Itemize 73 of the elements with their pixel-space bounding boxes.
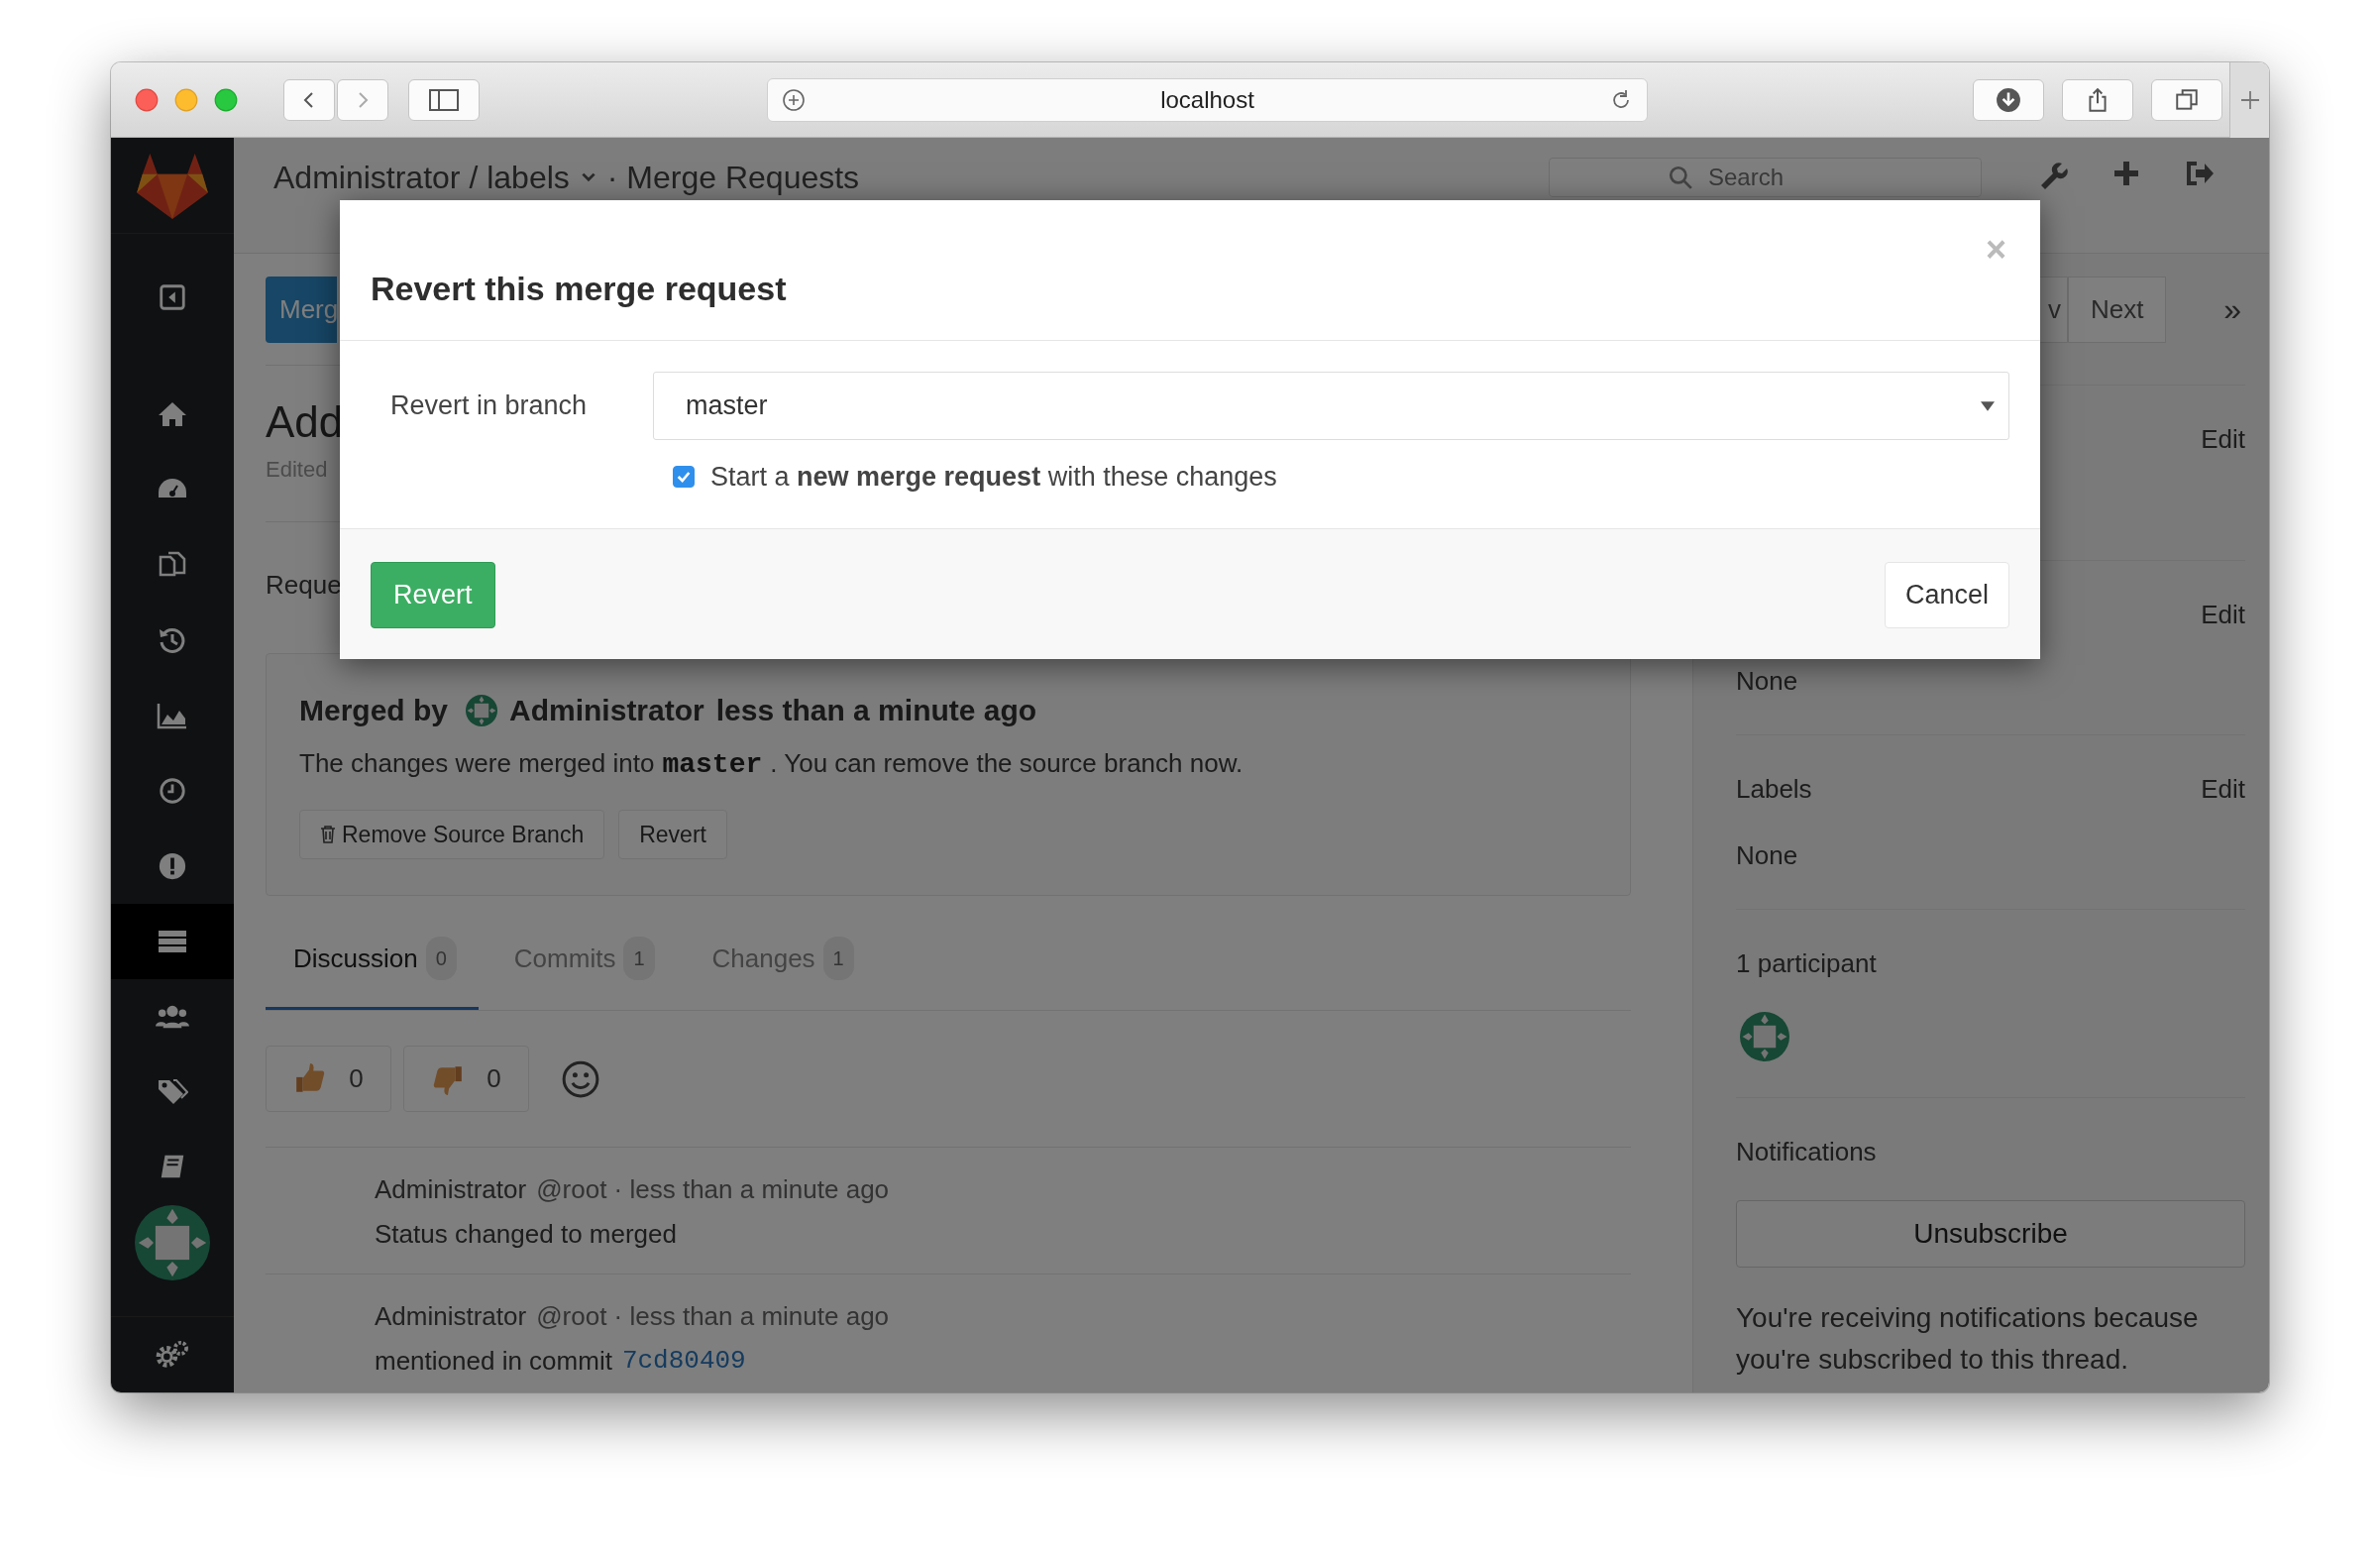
note-meta: @root · less than a minute ago <box>536 1173 890 1206</box>
expand-sidebar-button[interactable]: » <box>2219 277 2245 343</box>
share-button[interactable] <box>2062 78 2133 121</box>
count-badge: 0 <box>425 937 457 980</box>
participant-avatar <box>1740 1012 1789 1061</box>
sidebar-item[interactable] <box>111 904 234 979</box>
smiley-icon[interactable] <box>561 1058 600 1099</box>
checkmark-icon <box>676 469 692 485</box>
revert-button[interactable]: Revert <box>618 810 727 859</box>
merge-message: . You can remove the source branch now. <box>770 747 1244 780</box>
caret-down-icon <box>1981 400 1995 411</box>
tab[interactable]: Commits 1 <box>486 907 677 1010</box>
trash-icon <box>320 826 336 843</box>
sidebar-icon <box>429 88 459 111</box>
edit-link[interactable]: Edit <box>2201 769 2245 809</box>
address-bar[interactable]: localhost <box>767 77 1648 122</box>
download-icon <box>1996 86 2021 113</box>
new-merge-request-button[interactable]: Merg <box>266 277 337 343</box>
section-title: 1 participant <box>1736 947 1877 980</box>
commit-link[interactable]: 7cd80409 <box>621 1341 746 1381</box>
count-badge: 1 <box>822 937 854 980</box>
settings-icon[interactable] <box>156 1340 189 1370</box>
section-label: Reque <box>266 569 342 602</box>
add-icon <box>782 87 806 112</box>
merged-time: less than a minute ago <box>715 693 1037 728</box>
checkbox-label: Start a new merge request with these changes <box>710 461 1277 494</box>
thumbs-up-button[interactable]: 0 <box>266 1046 391 1112</box>
tabs-icon <box>2174 86 2200 113</box>
sidebar-toggle-button[interactable] <box>408 78 480 121</box>
value-text: None <box>1736 665 1799 698</box>
author-name[interactable]: Administrator <box>375 1169 527 1209</box>
tabs-button[interactable] <box>2151 78 2222 121</box>
search-field[interactable]: Search <box>1549 158 1982 197</box>
author-name[interactable]: Administrator <box>375 1296 527 1336</box>
tab[interactable]: Discussion 0 <box>266 907 479 1010</box>
edit-link[interactable]: Edit <box>2201 419 2245 459</box>
section-title: Notifications <box>1736 1136 1877 1168</box>
search-icon <box>1668 165 1693 190</box>
remove-source-branch-button[interactable]: Remove Source Branch <box>299 810 605 859</box>
unsubscribe-button[interactable]: Unsubscribe <box>1736 1200 2245 1268</box>
project-path[interactable]: Administrator / labels <box>273 159 570 196</box>
tab[interactable]: Changes 1 <box>684 907 876 1010</box>
count-badge: 1 <box>623 937 655 980</box>
section-title: Labels <box>1736 773 1812 806</box>
author-link[interactable]: Administrator <box>509 689 704 732</box>
page-title: · Merge Requests <box>606 159 860 196</box>
branch-name: master <box>662 748 763 782</box>
thumbs-down-button[interactable]: 0 <box>403 1046 529 1112</box>
download-button[interactable] <box>1973 78 2044 121</box>
issue-title: Add <box>266 396 344 448</box>
edit-link[interactable]: Edit <box>2201 595 2245 634</box>
fox-logo[interactable] <box>135 152 210 219</box>
note-text: mentioned in commit <box>375 1345 612 1378</box>
user-avatar <box>466 695 498 726</box>
revert-button[interactable]: Revert <box>371 562 495 628</box>
collapse-icon[interactable] <box>158 282 187 312</box>
modal-title: Revert this merge request <box>371 269 788 309</box>
close-window-icon[interactable] <box>135 87 159 112</box>
branch-select[interactable]: master <box>653 372 2009 440</box>
next-button[interactable]: Next <box>2068 277 2167 343</box>
alert-icon[interactable] <box>158 851 187 881</box>
merged-by-label: Merged by <box>299 693 449 728</box>
merge-message: The changes were merged into <box>299 747 655 780</box>
new-tab-button[interactable] <box>2229 62 2269 138</box>
url-text: localhost <box>1160 85 1254 114</box>
field-label: Revert in branch <box>389 390 589 421</box>
checkbox[interactable] <box>673 466 695 488</box>
note-meta: @root · less than a minute ago <box>536 1300 890 1333</box>
note-text: Status changed to merged <box>375 1218 677 1251</box>
cancel-button[interactable]: Cancel <box>1884 562 2009 628</box>
clock-icon[interactable] <box>158 776 187 806</box>
notification-note: You're receiving notifications because you're subscribed to this thread. <box>1736 1301 2200 1377</box>
value-text: None <box>1736 839 1799 872</box>
